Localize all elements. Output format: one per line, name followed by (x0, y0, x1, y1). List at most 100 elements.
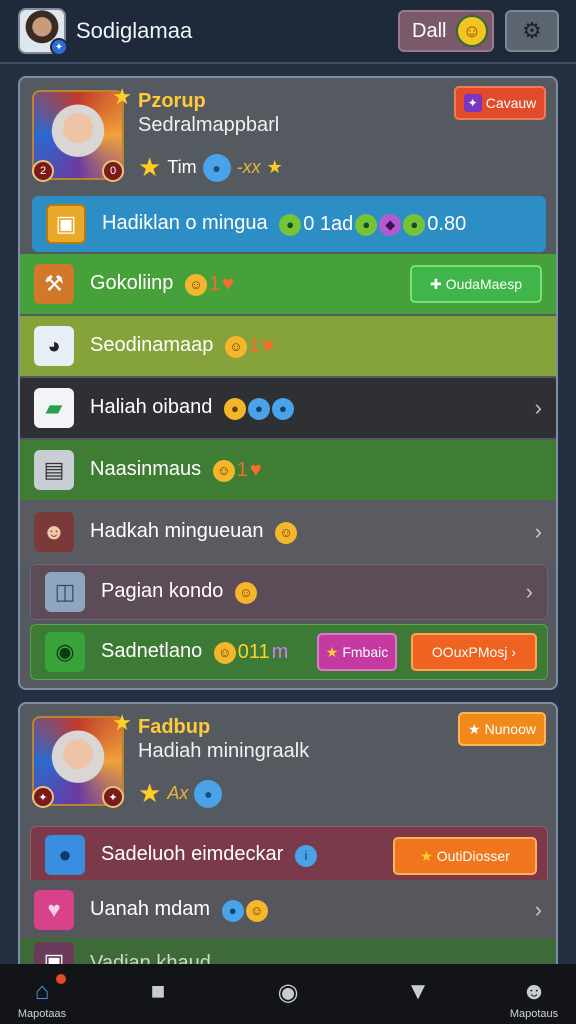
chevron-right-icon: › (534, 395, 542, 420)
star-icon: ★ (325, 643, 339, 660)
special-button[interactable]: ★ Fmbaic (317, 633, 397, 671)
row-label: Seodinamaap (90, 334, 214, 356)
list-item[interactable]: ⚒ Gokoliinp ☺ 1 ♥ ✚ OudaMaesp (20, 254, 556, 314)
list-item[interactable]: ▣ Hadiklan o mingua ● 0 1ad ● ◆ ● 0.80 (32, 196, 546, 252)
list-item[interactable]: ▣ Vadian khaud (20, 938, 556, 964)
list-item[interactable]: ◉ Sadnetlano ☺ 011 m ★ Fmbaic OOuxPMosj … (30, 624, 548, 680)
offer-button[interactable]: ★ OutiDiosser (393, 837, 537, 875)
level-badge-left: 2 (32, 160, 54, 182)
coin-icon: ● (279, 213, 302, 236)
row-extra: 011 (237, 641, 270, 663)
bottom-navigation: ⌂ Mapotaas ■ ◉ ▼ ☻ Mapotaus (0, 964, 576, 1024)
nunoow-button[interactable]: ★ Nunoow (458, 712, 546, 746)
smile-icon: ☺ (275, 521, 298, 544)
profile-name: Pzorup (138, 90, 206, 112)
profile-card-2: ★ ✦ ✦ Fadbup Hadiah miningraalk ★ Ax ● ★… (18, 702, 558, 964)
coin-icon: ● (355, 213, 378, 236)
smile-icon: ☺ (456, 15, 488, 47)
nav-triangle[interactable]: ▼ (378, 964, 458, 1024)
tag-label: Nunoow (484, 721, 536, 737)
heart-icon: ♥ (262, 335, 274, 357)
row-label: Hadiklan o mingua (102, 212, 268, 234)
nav-profile[interactable]: ☻ Mapotaus (494, 964, 574, 1024)
gem-icon: ◆ (379, 213, 402, 236)
item-icon: ▣ (34, 942, 74, 964)
girl-avatar-icon: ☻ (34, 512, 74, 552)
star-icon: ★ (420, 847, 433, 864)
heart-box-icon: ♥ (34, 890, 74, 930)
notification-dot (56, 974, 66, 984)
profile-card-1: ★ 2 0 Pzorup Sedralmappbarl ★ Tim ● -xx … (18, 76, 558, 690)
list-item[interactable]: ◫ Pagian kondo ☺ › (30, 564, 548, 620)
star-icon: ★ (266, 157, 283, 177)
tag-label: Cavauw (485, 95, 537, 111)
gem-icon: ✦ (463, 94, 482, 112)
bubble-icon: ● (221, 899, 244, 922)
row-label: Vadian khaud (90, 952, 211, 964)
level-badge-right-icon: ✦ (102, 786, 124, 808)
circle-icon: ◉ (277, 979, 299, 1006)
deal-button[interactable]: Dall ☺ (398, 10, 494, 52)
row-label: Sadnetlano (101, 640, 203, 662)
star-icon: ★ (112, 710, 132, 735)
cube-icon: ◫ (45, 572, 85, 612)
star-icon: ★ (112, 84, 132, 109)
list-item[interactable]: ▰ Haliah oiband ● ● ● › (20, 378, 556, 438)
list-item[interactable]: ▤ Naasinmaus ☺ 1 ♥ (20, 440, 556, 500)
row-extra2: m (271, 641, 289, 663)
row-label: Pagian kondo (101, 580, 224, 603)
list-item[interactable]: ☻ Hadkah mingueuan ☺ › (20, 502, 556, 562)
row-label: Naasinmaus (90, 458, 202, 480)
info-icon: i (294, 844, 317, 867)
row-label: Gokoliinp (90, 272, 174, 294)
smile-icon: ☺ (225, 335, 247, 358)
button-label: Fmbaic (342, 644, 389, 660)
nav-home[interactable]: ⌂ Mapotaas (2, 964, 82, 1024)
top-bar: ✦ Sodiglamaa Dall ☺ ⚙ (0, 0, 576, 64)
button-label: OudaMaesp (445, 276, 522, 292)
nav-square[interactable]: ■ (118, 964, 198, 1024)
profile-name: Fadbup (138, 716, 211, 738)
star-icon: ★ (138, 152, 162, 182)
profile-portrait[interactable]: ★ ✦ ✦ (32, 710, 132, 808)
row-label: Sadeluoh eimdeckar (101, 843, 284, 866)
nav-home-label: Mapotaas (17, 1008, 67, 1020)
deal-label: Dall (412, 19, 447, 42)
profile-subtitle: Hadiah miningraalk (138, 740, 310, 762)
row-label: Uanah mdam (90, 898, 211, 921)
list-item[interactable]: ● Sadeluoh eimdeckar i ★ OutiDiosser (30, 826, 548, 884)
row-label: Hadkah mingueuan (90, 520, 264, 543)
row-count: 1 (236, 459, 248, 481)
row-extra: 0 1ad (303, 213, 354, 235)
smile-icon: ☺ (234, 581, 257, 604)
bubble-icon: ● (202, 153, 231, 182)
button-label: OOuxPMosj (431, 644, 508, 660)
panda-icon: ◕ (34, 326, 74, 366)
coin-icon: ● (403, 213, 426, 236)
heart-icon: ♥ (222, 273, 234, 295)
quest-action-button[interactable]: ✚ OudaMaesp (410, 265, 542, 303)
settings-button[interactable]: ⚙ (505, 10, 559, 52)
chevron-right-icon: › (534, 519, 542, 544)
list-item[interactable]: ◕ Seodinamaap ☺ 1 ♥ (20, 316, 556, 376)
star-icon: ★ (138, 778, 162, 808)
face-icon: ☻ (521, 978, 547, 1005)
nav-circle[interactable]: ◉ (248, 964, 328, 1024)
plus-icon: ✚ (429, 275, 442, 292)
cavauw-button[interactable]: ✦ Cavauw (454, 86, 546, 120)
bubble-icon: ● (271, 397, 294, 420)
list-item[interactable]: ♥ Uanah mdam ● ☺ › (20, 880, 556, 940)
offer-button[interactable]: OOuxPMosj › (411, 633, 537, 671)
coin-icon: ● (223, 397, 246, 420)
profile-stats: ★ Tim ● -xx ★ (138, 152, 283, 183)
box-icon: ▰ (34, 388, 74, 428)
profile-portrait[interactable]: ★ 2 0 (32, 84, 132, 182)
user-avatar[interactable]: ✦ (18, 8, 68, 56)
level-badge-right: 0 (102, 160, 124, 182)
stat-text: Tim (167, 157, 197, 177)
button-label: OutiDiosser (436, 848, 510, 864)
smile-icon: ☺ (245, 899, 268, 922)
chest-icon: ▣ (46, 204, 86, 244)
triangle-down-icon: ▼ (406, 978, 430, 1005)
row-count: 1 (249, 335, 261, 357)
